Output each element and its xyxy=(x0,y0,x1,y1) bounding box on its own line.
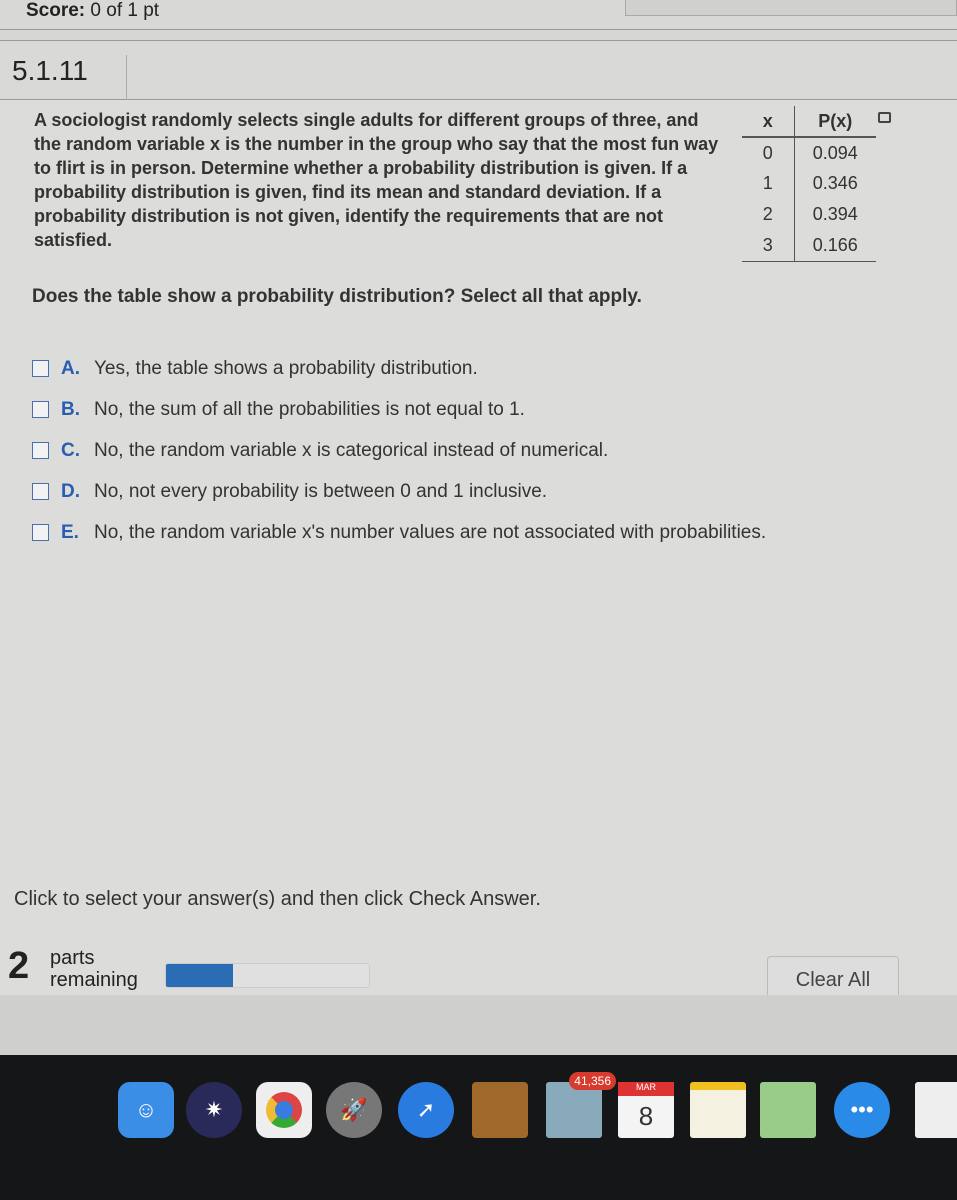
question-panel: A sociologist randomly selects single ad… xyxy=(0,100,957,995)
question-text: Does the table show a probability distri… xyxy=(32,286,642,307)
parts-label: parts remaining xyxy=(50,947,138,991)
progress-bar xyxy=(165,963,370,988)
maps-icon[interactable] xyxy=(760,1082,816,1138)
parts-count: 2 xyxy=(8,945,30,987)
probability-table: x P(x) 0 0.094 1 0.346 2 0.394 3 0.166 xyxy=(742,106,876,262)
table-row: 1 0.346 xyxy=(742,168,876,199)
checkbox[interactable] xyxy=(32,360,49,377)
score-value: 0 of 1 pt xyxy=(90,0,160,21)
table-row: 3 0.166 xyxy=(742,230,876,262)
checkbox[interactable] xyxy=(32,401,49,418)
footer: 2 parts remaining Clear All xyxy=(0,935,957,1005)
progress-fill xyxy=(166,964,233,987)
checkbox[interactable] xyxy=(32,524,49,541)
header-x: x xyxy=(742,106,795,138)
launchpad-icon[interactable]: 🚀 xyxy=(326,1082,382,1138)
messages-icon[interactable]: ••• xyxy=(834,1082,890,1138)
option-b[interactable]: B. No, the sum of all the probabilities i… xyxy=(32,389,766,430)
table-row: 0 0.094 xyxy=(742,137,876,168)
chrome-icon[interactable] xyxy=(256,1082,312,1138)
dock: ☺ ✷ 🚀 ➚ 41,356 MAR 8 ••• xyxy=(0,1055,957,1200)
calendar-icon[interactable]: MAR 8 xyxy=(618,1082,674,1138)
option-a[interactable]: A. Yes, the table shows a probability dis… xyxy=(32,348,766,389)
score: Score: 0 of 1 pt xyxy=(26,0,160,21)
header-px: P(x) xyxy=(794,106,876,138)
answer-options: A. Yes, the table shows a probability dis… xyxy=(32,348,766,553)
table-row: 2 0.394 xyxy=(742,199,876,230)
finder-icon[interactable]: ☺ xyxy=(118,1082,174,1138)
option-c[interactable]: C. No, the random variable x is categoric… xyxy=(32,430,766,471)
safari-icon[interactable]: ➚ xyxy=(398,1082,454,1138)
checkbox[interactable] xyxy=(32,483,49,500)
siri-icon[interactable]: ✷ xyxy=(186,1082,242,1138)
contacts-icon[interactable] xyxy=(472,1082,528,1138)
copy-icon[interactable] xyxy=(878,112,891,123)
mail-icon[interactable]: 41,356 xyxy=(546,1072,616,1138)
reminders-icon[interactable] xyxy=(915,1082,957,1138)
mail-badge: 41,356 xyxy=(569,1072,616,1090)
question-navigator[interactable] xyxy=(625,0,957,16)
instruction-text: Click to select your answer(s) and then … xyxy=(14,888,541,910)
notes-icon[interactable] xyxy=(690,1082,746,1138)
question-id: 5.1.11 xyxy=(12,55,127,101)
question-header: 5.1.11 xyxy=(0,40,957,101)
checkbox[interactable] xyxy=(32,442,49,459)
question-prompt: A sociologist randomly selects single ad… xyxy=(34,110,719,250)
screen-bezel xyxy=(0,995,957,1055)
option-d[interactable]: D. No, not every probability is between 0… xyxy=(32,471,766,512)
top-bar: Score: 0 of 1 pt xyxy=(0,0,957,30)
option-e[interactable]: E. No, the random variable x's number val… xyxy=(32,512,766,553)
